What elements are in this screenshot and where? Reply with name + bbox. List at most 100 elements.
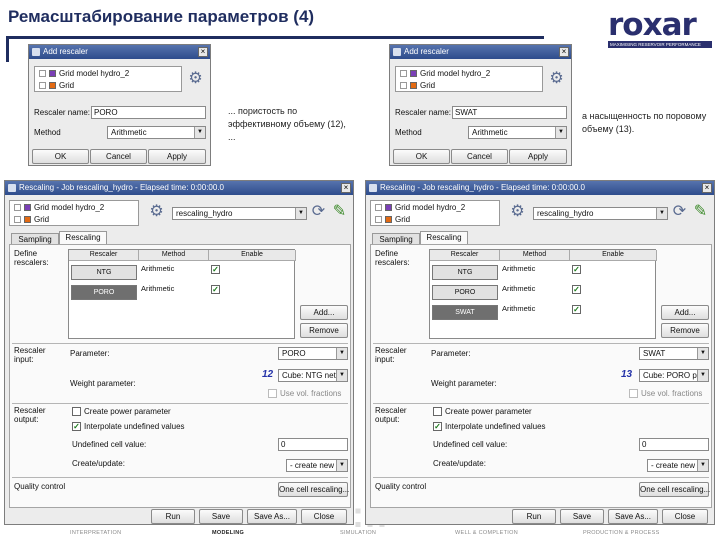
object-row-grid[interactable]: Grid: [10, 213, 138, 225]
ok-button[interactable]: OK: [32, 149, 89, 164]
weight-parameter-select[interactable]: Cube: PORO pore ▼: [639, 369, 709, 382]
remove-rescaler-button[interactable]: Remove: [300, 323, 348, 338]
rescaler-name-input[interactable]: PORO: [91, 106, 206, 119]
refresh-icon[interactable]: ⟳: [310, 203, 327, 220]
gear-icon[interactable]: ⚙: [509, 203, 526, 220]
object-row-grid-model[interactable]: Grid model hydro_2: [371, 201, 499, 213]
save-as-button[interactable]: Save As...: [247, 509, 297, 524]
table-row-header[interactable]: SWAT: [432, 305, 498, 320]
create-power-checkbox[interactable]: [72, 407, 81, 416]
checkbox-icon[interactable]: [400, 69, 407, 77]
apply-button[interactable]: Apply: [148, 149, 206, 164]
create-update-select[interactable]: - create new - ▼: [647, 459, 709, 472]
save-as-button[interactable]: Save As...: [608, 509, 658, 524]
gear-icon[interactable]: ⚙: [548, 70, 565, 87]
enable-checkbox[interactable]: ✓: [572, 285, 581, 294]
checkbox-icon[interactable]: [14, 215, 21, 223]
remove-rescaler-button[interactable]: Remove: [661, 323, 709, 338]
object-list[interactable]: Grid model hydro_2 Grid: [395, 66, 543, 92]
chevron-down-icon[interactable]: ▼: [194, 127, 205, 138]
enable-checkbox[interactable]: ✓: [572, 265, 581, 274]
chevron-down-icon[interactable]: ▼: [697, 370, 708, 381]
method-select[interactable]: Arithmetic ▼: [107, 126, 206, 139]
interpolate-checkbox[interactable]: ✓: [433, 422, 442, 431]
create-update-select[interactable]: - create new - ▼: [286, 459, 348, 472]
checkbox-icon[interactable]: [375, 203, 382, 211]
weight-parameter-select[interactable]: Cube: NTG net ▼: [278, 369, 348, 382]
tab-rescaling[interactable]: Rescaling: [59, 231, 107, 245]
object-list[interactable]: Grid model hydro_2 Grid: [34, 66, 182, 92]
checkbox-icon[interactable]: [14, 203, 21, 211]
table-row-header[interactable]: PORO: [432, 285, 498, 300]
interpolate-checkbox[interactable]: ✓: [72, 422, 81, 431]
close-button[interactable]: ×: [198, 47, 208, 57]
object-row-grid[interactable]: Grid: [371, 213, 499, 225]
close-window-button[interactable]: Close: [301, 509, 347, 524]
add-rescaler-button[interactable]: Add...: [661, 305, 709, 320]
object-list[interactable]: Grid model hydro_2 Grid: [370, 200, 500, 226]
job-select[interactable]: rescaling_hydro ▼: [172, 207, 307, 220]
close-button[interactable]: ×: [702, 183, 712, 193]
ok-button[interactable]: OK: [393, 149, 450, 164]
checkbox-icon[interactable]: [39, 69, 46, 77]
use-vol-fractions-checkbox[interactable]: [629, 389, 638, 398]
cancel-button[interactable]: Cancel: [90, 149, 147, 164]
chevron-down-icon[interactable]: ▼: [336, 460, 347, 471]
refresh-icon[interactable]: ⟳: [671, 203, 688, 220]
cancel-button[interactable]: Cancel: [451, 149, 508, 164]
rescaler-name-input[interactable]: SWAT: [452, 106, 567, 119]
table-row-header[interactable]: PORO: [71, 285, 137, 300]
parameter-select[interactable]: SWAT ▼: [639, 347, 709, 360]
gear-icon[interactable]: ⚙: [187, 70, 204, 87]
object-list[interactable]: Grid model hydro_2 Grid: [9, 200, 139, 226]
chevron-down-icon[interactable]: ▼: [697, 460, 708, 471]
chevron-down-icon[interactable]: ▼: [697, 348, 708, 359]
chevron-down-icon[interactable]: ▼: [336, 348, 347, 359]
object-row-grid-model[interactable]: Grid model hydro_2: [35, 67, 181, 79]
gear-icon[interactable]: ⚙: [148, 203, 165, 220]
object-row-grid-model[interactable]: Grid model hydro_2: [396, 67, 542, 79]
close-window-button[interactable]: Close: [662, 509, 708, 524]
object-row-grid[interactable]: Grid: [396, 79, 542, 91]
table-cell-method[interactable]: Arithmetic: [500, 303, 535, 322]
undefined-cell-input[interactable]: 0: [639, 438, 709, 451]
chevron-down-icon[interactable]: ▼: [555, 127, 566, 138]
object-row-grid-model[interactable]: Grid model hydro_2: [10, 201, 138, 213]
brush-icon[interactable]: ✎: [331, 203, 348, 220]
table-row-header[interactable]: NTG: [71, 265, 137, 280]
enable-checkbox[interactable]: ✓: [572, 305, 581, 314]
object-row-grid[interactable]: Grid: [35, 79, 181, 91]
table-cell-method[interactable]: Arithmetic: [139, 283, 174, 302]
table-cell-method[interactable]: Arithmetic: [500, 283, 535, 302]
parameter-select[interactable]: PORO ▼: [278, 347, 348, 360]
grid-icon: [385, 215, 392, 223]
one-cell-rescaling-button[interactable]: One cell rescaling...: [639, 482, 710, 497]
job-select[interactable]: rescaling_hydro ▼: [533, 207, 668, 220]
checkbox-icon[interactable]: [375, 215, 382, 223]
checkbox-icon[interactable]: [400, 81, 407, 89]
create-power-checkbox[interactable]: [433, 407, 442, 416]
one-cell-rescaling-button[interactable]: One cell rescaling...: [278, 482, 349, 497]
chevron-down-icon[interactable]: ▼: [295, 208, 306, 219]
save-button[interactable]: Save: [199, 509, 243, 524]
checkbox-icon[interactable]: [39, 81, 46, 89]
add-rescaler-button[interactable]: Add...: [300, 305, 348, 320]
chevron-down-icon[interactable]: ▼: [656, 208, 667, 219]
run-button[interactable]: Run: [151, 509, 195, 524]
tab-rescaling[interactable]: Rescaling: [420, 231, 468, 245]
method-select[interactable]: Arithmetic ▼: [468, 126, 567, 139]
table-cell-method[interactable]: Arithmetic: [139, 263, 174, 282]
table-row-header[interactable]: NTG: [432, 265, 498, 280]
table-cell-method[interactable]: Arithmetic: [500, 263, 535, 282]
enable-checkbox[interactable]: ✓: [211, 285, 220, 294]
undefined-cell-input[interactable]: 0: [278, 438, 348, 451]
close-button[interactable]: ×: [341, 183, 351, 193]
close-button[interactable]: ×: [559, 47, 569, 57]
use-vol-fractions-checkbox[interactable]: [268, 389, 277, 398]
enable-checkbox[interactable]: ✓: [211, 265, 220, 274]
apply-button[interactable]: Apply: [509, 149, 567, 164]
chevron-down-icon[interactable]: ▼: [336, 370, 347, 381]
save-button[interactable]: Save: [560, 509, 604, 524]
brush-icon[interactable]: ✎: [692, 203, 709, 220]
run-button[interactable]: Run: [512, 509, 556, 524]
